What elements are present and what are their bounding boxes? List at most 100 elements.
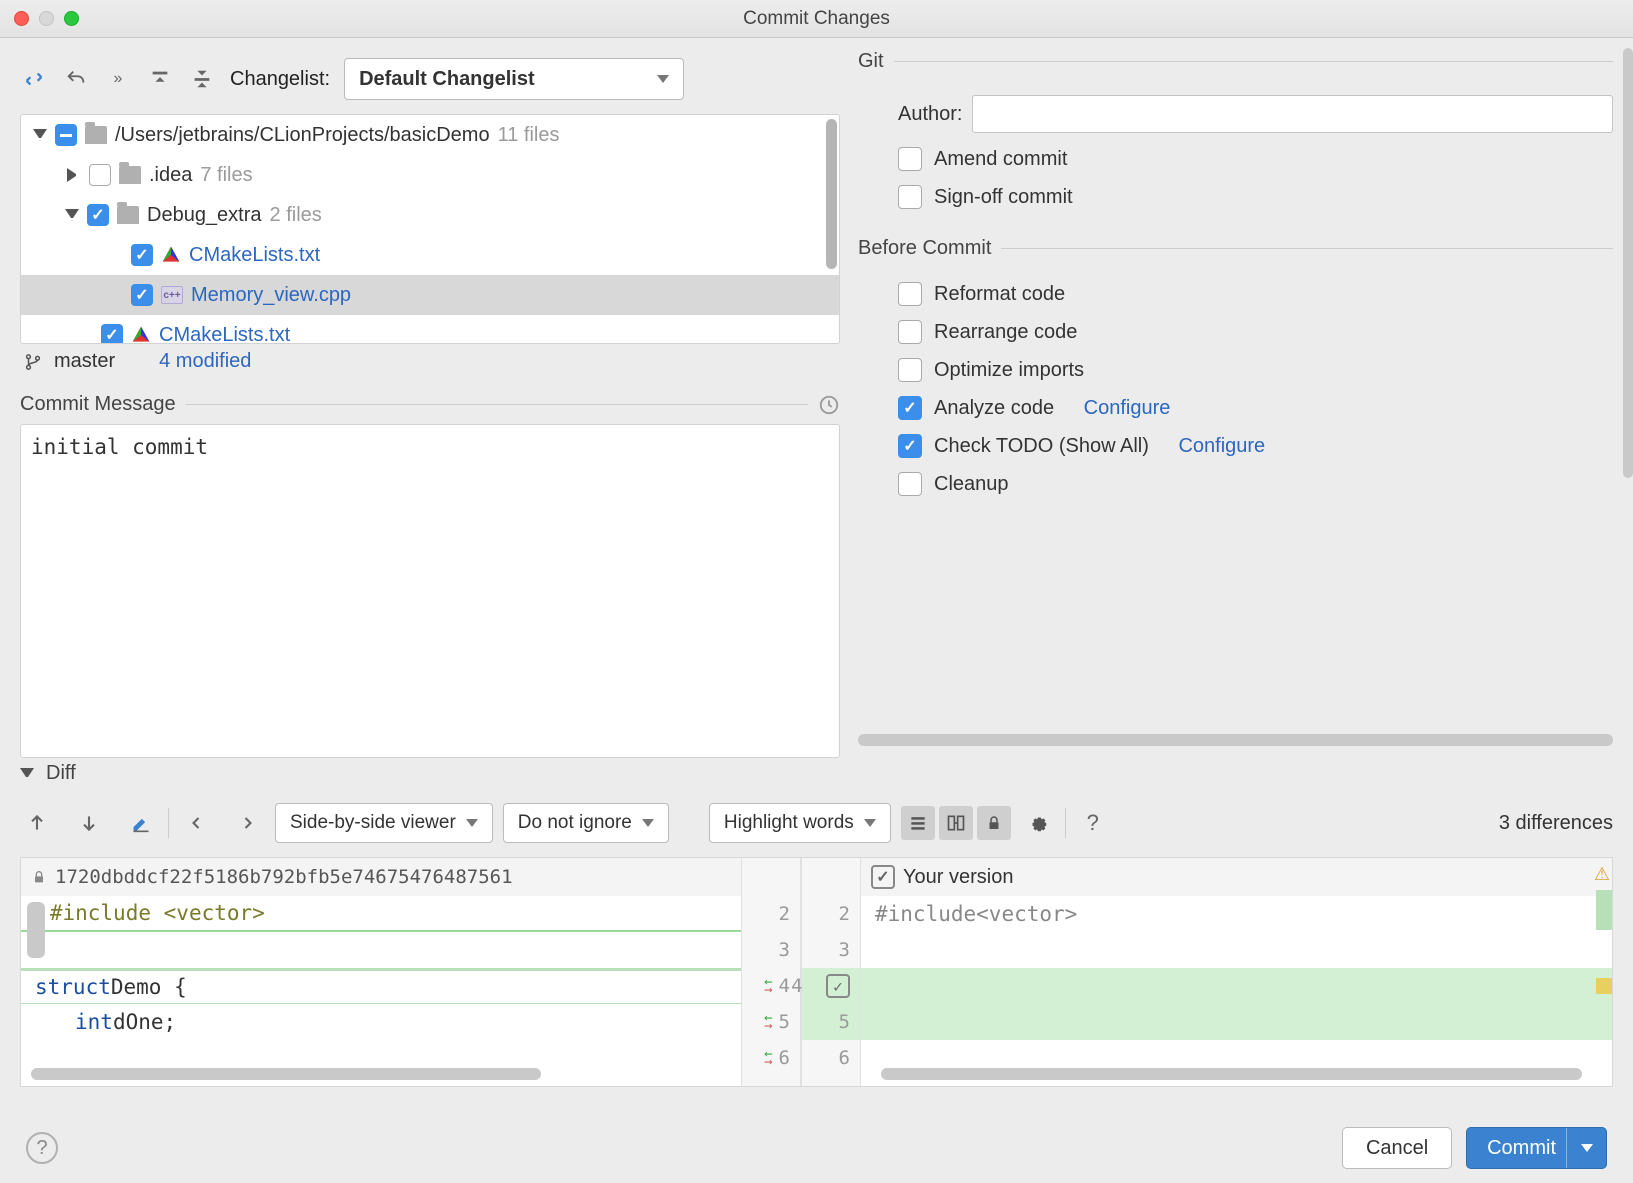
diff-line[interactable] [861,1004,1612,1040]
window-title: Commit Changes [743,8,890,30]
more-icon[interactable]: » [104,65,132,93]
diff-line[interactable] [21,932,741,968]
checkbox[interactable] [898,358,922,382]
diff-count: 3 differences [1499,812,1613,835]
help-icon[interactable]: ? [1076,806,1110,840]
changelist-select[interactable]: Default Changelist [344,58,684,100]
expand-icon[interactable] [67,168,81,182]
author-input[interactable] [972,95,1613,133]
scrollbar-vertical[interactable] [826,119,837,269]
commit-message-input[interactable] [20,424,840,758]
tree-file-row[interactable]: CMakeLists.txt [21,315,839,344]
file-name: CMakeLists.txt [189,244,320,267]
titlebar: Commit Changes [0,0,1633,38]
include-checkbox[interactable] [871,865,895,889]
expand-icon[interactable] [33,129,47,143]
scrollbar-horizontal[interactable] [881,1068,1582,1080]
commit-split-icon[interactable] [1566,1128,1606,1168]
branch-icon [24,351,42,373]
swap-icon[interactable] [20,65,48,93]
checkbox[interactable] [898,282,922,306]
cpp-icon: c++ [161,286,183,304]
diff-toolbar: Side-by-side viewer Do not ignore Highli… [20,799,1613,847]
diff-line[interactable]: struct Demo { [21,968,741,1004]
todo-row[interactable]: Check TODO (Show All) Configure [858,434,1613,458]
chevron-down-icon [864,819,876,827]
amend-row[interactable]: Amend commit [858,147,1613,171]
collapse-all-icon[interactable] [188,65,216,93]
checkbox[interactable] [898,147,922,171]
expand-all-icon[interactable] [146,65,174,93]
scrollbar-horizontal[interactable] [31,1068,541,1080]
tree-idea-row[interactable]: .idea 7 files [21,155,839,195]
back-icon[interactable] [179,806,213,840]
diff-header[interactable]: Diff [20,762,1613,785]
cleanup-label: Cleanup [934,473,1009,496]
forward-icon[interactable] [231,806,265,840]
zoom-window-icon[interactable] [64,11,79,26]
expand-icon[interactable] [65,209,79,223]
help-button[interactable]: ? [26,1132,58,1164]
divider [1001,248,1613,249]
git-label: Git [858,50,884,73]
configure-link[interactable]: Configure [1178,435,1265,458]
collapse-unchanged-icon[interactable] [901,806,935,840]
diff-line[interactable]: ✔#include <vector> [21,896,741,932]
checkbox[interactable] [131,244,153,266]
git-section-head: Git [858,50,1613,73]
signoff-label: Sign-off commit [934,186,1073,209]
checkbox[interactable] [898,472,922,496]
scrollbar-vertical[interactable] [1623,48,1633,478]
diff-line[interactable] [861,932,1612,968]
reformat-row[interactable]: Reformat code [858,282,1613,306]
checkbox[interactable] [101,324,123,344]
rearrange-label: Rearrange code [934,321,1077,344]
rearrange-row[interactable]: Rearrange code [858,320,1613,344]
sync-scroll-icon[interactable] [939,806,973,840]
cleanup-row[interactable]: Cleanup [858,472,1613,496]
minimize-window-icon[interactable] [39,11,54,26]
diff-line[interactable]: int dOne; [21,1004,741,1040]
highlight-select[interactable]: Highlight words [709,803,891,843]
checkbox[interactable] [898,434,922,458]
scrollbar-vertical-left[interactable] [27,902,45,958]
diff-line[interactable]: #include <vector> [861,896,1612,932]
view-mode-select[interactable]: Side-by-side viewer [275,803,493,843]
collapse-icon[interactable] [20,768,34,782]
checkbox[interactable] [898,320,922,344]
diff-left-gutter: 2 3 ←→4 ←→5 ←→6 [741,858,801,1086]
cancel-button[interactable]: Cancel [1342,1127,1452,1169]
checkbox[interactable] [131,284,153,306]
gear-icon[interactable] [1021,806,1055,840]
marker-strip[interactable]: ⚠ [1592,858,1612,1086]
optimize-label: Optimize imports [934,359,1084,382]
tree-root-row[interactable]: /Users/jetbrains/CLionProjects/basicDemo… [21,115,839,155]
lock-icon[interactable] [977,806,1011,840]
tree-debug-row[interactable]: Debug_extra 2 files [21,195,839,235]
configure-link[interactable]: Configure [1084,397,1171,420]
undo-icon[interactable] [62,65,90,93]
optimize-row[interactable]: Optimize imports [858,358,1613,382]
signoff-row[interactable]: Sign-off commit [858,185,1613,209]
accept-checkbox[interactable] [826,974,850,998]
ignore-select[interactable]: Do not ignore [503,803,669,843]
checkbox[interactable] [898,185,922,209]
warning-icon: ⚠ [1594,864,1610,885]
edit-icon[interactable] [124,806,158,840]
checkbox[interactable] [898,396,922,420]
changelist-value: Default Changelist [359,68,535,91]
history-icon[interactable] [818,394,840,416]
modified-link[interactable]: 4 modified [159,350,251,373]
close-window-icon[interactable] [14,11,29,26]
diff-line[interactable] [861,968,1612,1004]
next-diff-icon[interactable] [72,806,106,840]
commit-button[interactable]: Commit [1466,1127,1607,1169]
tree-file-row-selected[interactable]: c++ Memory_view.cpp [21,275,839,315]
checkbox[interactable] [55,124,77,146]
tree-file-row[interactable]: CMakeLists.txt [21,235,839,275]
checkbox[interactable] [89,164,111,186]
checkbox[interactable] [87,204,109,226]
scrollbar-horizontal[interactable] [858,734,1613,746]
analyze-row[interactable]: Analyze code Configure [858,396,1613,420]
prev-diff-icon[interactable] [20,806,54,840]
